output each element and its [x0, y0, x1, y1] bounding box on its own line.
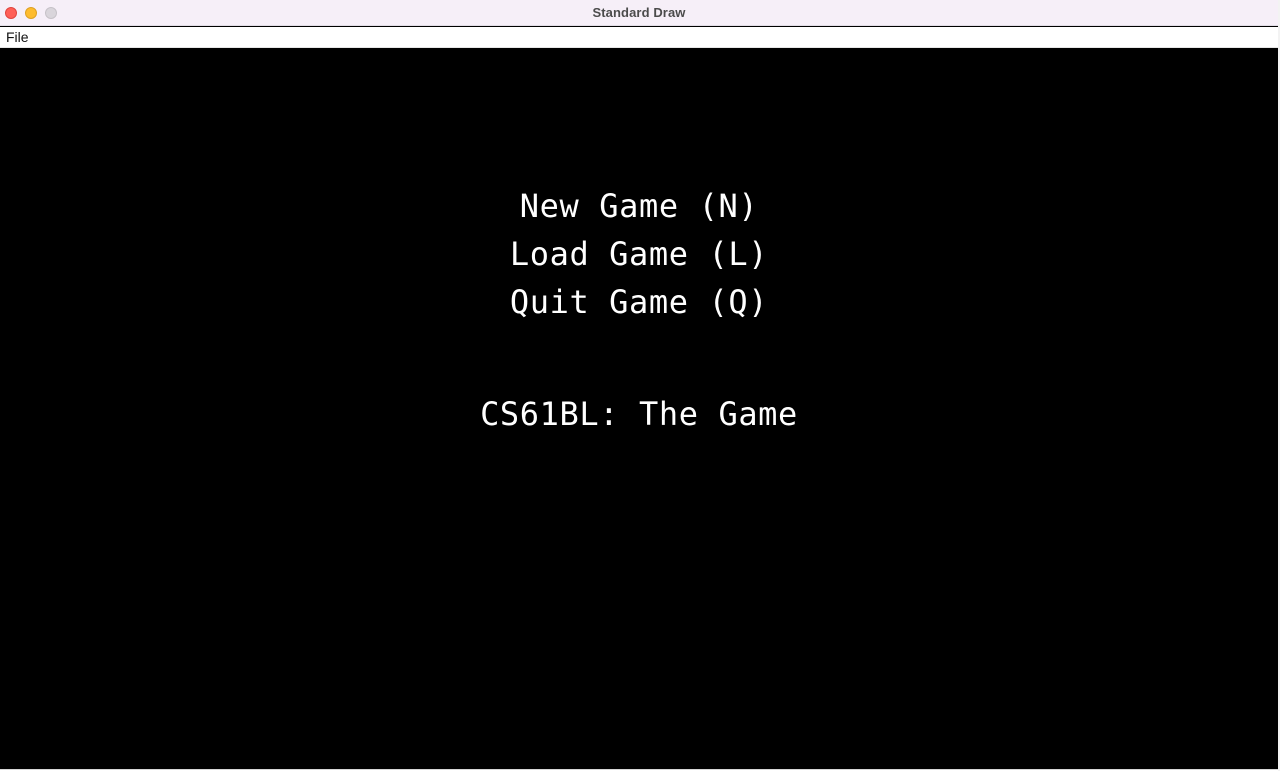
new-game-option[interactable]: New Game (N): [0, 186, 1278, 226]
quit-game-option[interactable]: Quit Game (Q): [0, 282, 1278, 322]
menu-bar: File: [0, 27, 1278, 48]
game-canvas[interactable]: New Game (N) Load Game (L) Quit Game (Q)…: [0, 49, 1278, 769]
load-game-option[interactable]: Load Game (L): [0, 234, 1278, 274]
window-titlebar: Standard Draw: [0, 0, 1278, 26]
standard-draw-window: Standard Draw File New Game (N) Load Gam…: [0, 0, 1279, 770]
window-title: Standard Draw: [592, 5, 686, 20]
file-menu[interactable]: File: [6, 29, 29, 45]
game-title: CS61BL: The Game: [480, 395, 798, 433]
